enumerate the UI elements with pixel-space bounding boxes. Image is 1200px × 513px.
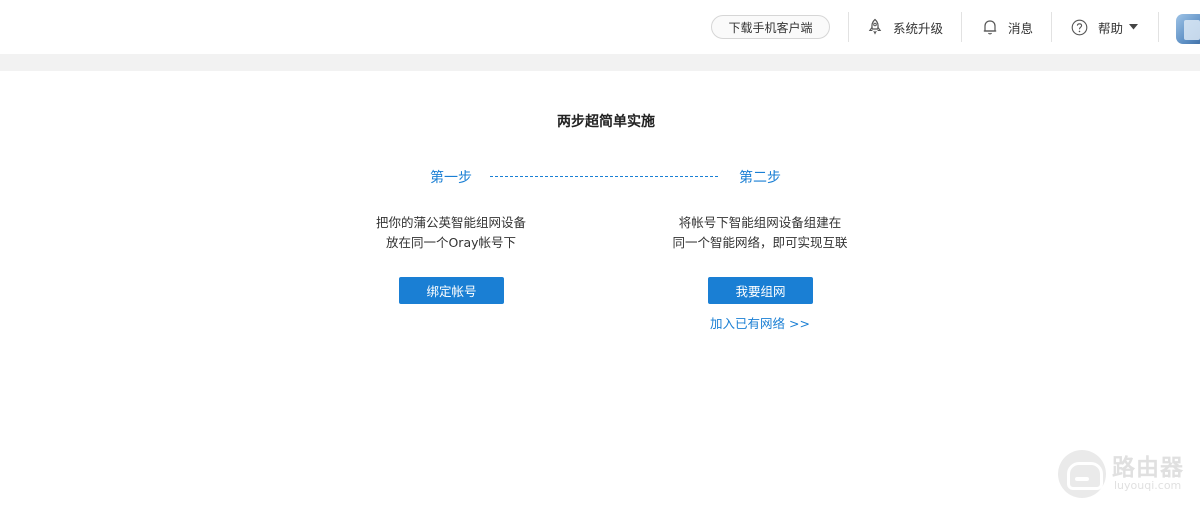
step-one-desc-line: 把你的蒲公英智能组网设备 [375,215,526,230]
create-network-button[interactable]: 我要组网 [708,277,813,304]
step-one-description: 把你的蒲公英智能组网设备 放在同一个Oray帐号下 [321,213,581,252]
bind-account-button[interactable]: 绑定帐号 [399,277,504,304]
upgrade-button[interactable]: 系统升级 [867,14,943,40]
join-existing-network-link[interactable]: 加入已有网络 >> [700,313,820,332]
separator [1051,12,1052,42]
download-app-button[interactable]: 下载手机客户端 [711,15,830,39]
step-one-desc-line: 放在同一个Oray帐号下 [385,234,517,250]
top-bar: 下载手机客户端 系统升级 消息 帮助 [0,0,1200,54]
watermark-url: luyouqi.com [1114,479,1182,492]
messages-button[interactable]: 消息 [982,14,1033,40]
watermark-logo: 路由器 luyouqi.com [1058,448,1198,500]
step-connector-dashed-line [490,176,718,177]
router-logo-icon [1058,450,1106,498]
help-menu[interactable]: 帮助 [1071,14,1139,40]
step-two-desc-line: 同一个智能网络，即可实现互联 [672,234,848,250]
watermark-text: 路由器 [1112,455,1184,481]
separator [848,12,849,42]
separator [961,12,962,42]
caret-down-icon [1129,24,1139,30]
bell-icon [982,18,998,36]
help-label: 帮助 [1098,20,1124,36]
separator [1158,12,1159,42]
step-one-label: 第一步 [430,170,472,186]
header-divider-strip [0,54,1200,71]
messages-label: 消息 [1008,20,1034,36]
step-two-desc-line: 将帐号下智能组网设备组建在 [678,215,842,230]
rocket-icon [867,18,883,36]
step-two-description: 将帐号下智能组网设备组建在 同一个智能网络，即可实现互联 [630,213,890,252]
upgrade-label: 系统升级 [893,20,944,36]
step-two-label: 第二步 [739,170,781,186]
avatar[interactable] [1176,14,1200,44]
question-circle-icon [1071,19,1088,36]
page-title: 两步超简单实施 [557,114,655,130]
